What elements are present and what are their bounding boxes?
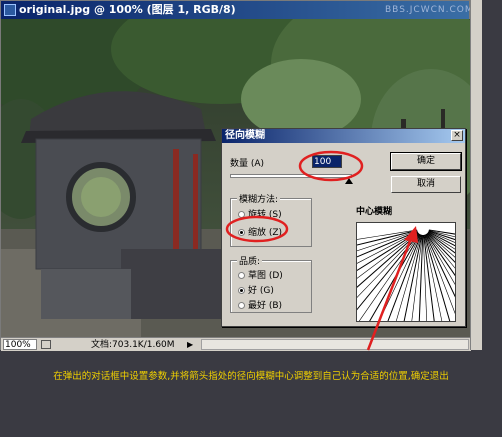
watermark: BBS.JCWCN.COM <box>385 5 474 15</box>
quality-group: 品质: 草图 (D) 好 (G) 最好 (B) <box>230 254 312 313</box>
document-title: original.jpg @ 100% (图层 1, RGB/8) <box>19 3 236 16</box>
status-bar: 100% 文档:703.1K/1.60M ▶ <box>1 337 471 351</box>
dialog-title[interactable]: 径向模糊 <box>222 129 465 143</box>
radio-draft-icon[interactable] <box>238 272 245 279</box>
radio-best[interactable]: 最好 (B) <box>238 298 282 311</box>
amount-label: 数量 (A) <box>230 159 265 169</box>
amount-slider[interactable] <box>230 174 352 178</box>
document-titlebar[interactable]: original.jpg @ 100% (图层 1, RGB/8) BBS.JC… <box>1 1 473 19</box>
vertical-scrollbar[interactable] <box>470 0 482 350</box>
radio-spin[interactable]: 旋转 (S) <box>238 207 282 220</box>
document-size: 文档:703.1K/1.60M <box>91 340 175 350</box>
radio-zoom[interactable]: 缩放 (Z) <box>238 225 282 238</box>
radio-zoom-label: 缩放 (Z) <box>248 228 283 238</box>
blur-center-label: 中心模糊 <box>356 207 393 217</box>
radio-best-label: 最好 (B) <box>248 301 283 311</box>
radio-draft[interactable]: 草图 (D) <box>238 268 283 281</box>
amount-slider-thumb-icon[interactable] <box>345 178 353 184</box>
ok-button[interactable]: 确定 <box>390 152 462 171</box>
ray-line <box>423 234 435 321</box>
ray-line <box>357 233 420 311</box>
blur-center-preview[interactable] <box>356 222 456 322</box>
quality-label: 品质: <box>237 254 263 267</box>
zoom-field[interactable]: 100% <box>3 339 37 350</box>
blur-method-group: 模糊方法: 旋转 (S) 缩放 (Z) <box>230 192 312 247</box>
radio-good-label: 好 (G) <box>248 286 274 296</box>
blur-method-label: 模糊方法: <box>237 192 281 205</box>
instruction-text: 在弹出的对话框中设置参数,并将箭头指处的径向模糊中心调整到自己认为合适的位置,确… <box>53 371 449 382</box>
radial-blur-dialog: 径向模糊 × 数量 (A) 100 确定 取消 模糊方法: 旋转 (S) 缩放 … <box>221 128 466 327</box>
ray-line <box>424 234 455 314</box>
radio-good-icon[interactable] <box>238 287 245 294</box>
radial-rays-graphic <box>357 229 455 321</box>
radio-best-icon[interactable] <box>238 302 245 309</box>
radio-spin-label: 旋转 (S) <box>248 210 282 220</box>
radio-spin-icon[interactable] <box>238 211 245 218</box>
ray-line <box>387 234 422 321</box>
cancel-button[interactable]: 取消 <box>391 176 461 193</box>
status-menu-arrow-icon[interactable]: ▶ <box>187 338 193 352</box>
radio-good[interactable]: 好 (G) <box>238 283 274 296</box>
radio-draft-label: 草图 (D) <box>248 271 283 281</box>
horizontal-scrollbar[interactable] <box>201 339 469 350</box>
preview-icon[interactable] <box>41 340 51 349</box>
ray-line <box>369 233 421 321</box>
close-icon[interactable]: × <box>451 130 463 141</box>
amount-input[interactable]: 100 <box>312 155 342 168</box>
radio-zoom-icon[interactable] <box>238 229 245 236</box>
photoshop-icon <box>4 4 16 16</box>
